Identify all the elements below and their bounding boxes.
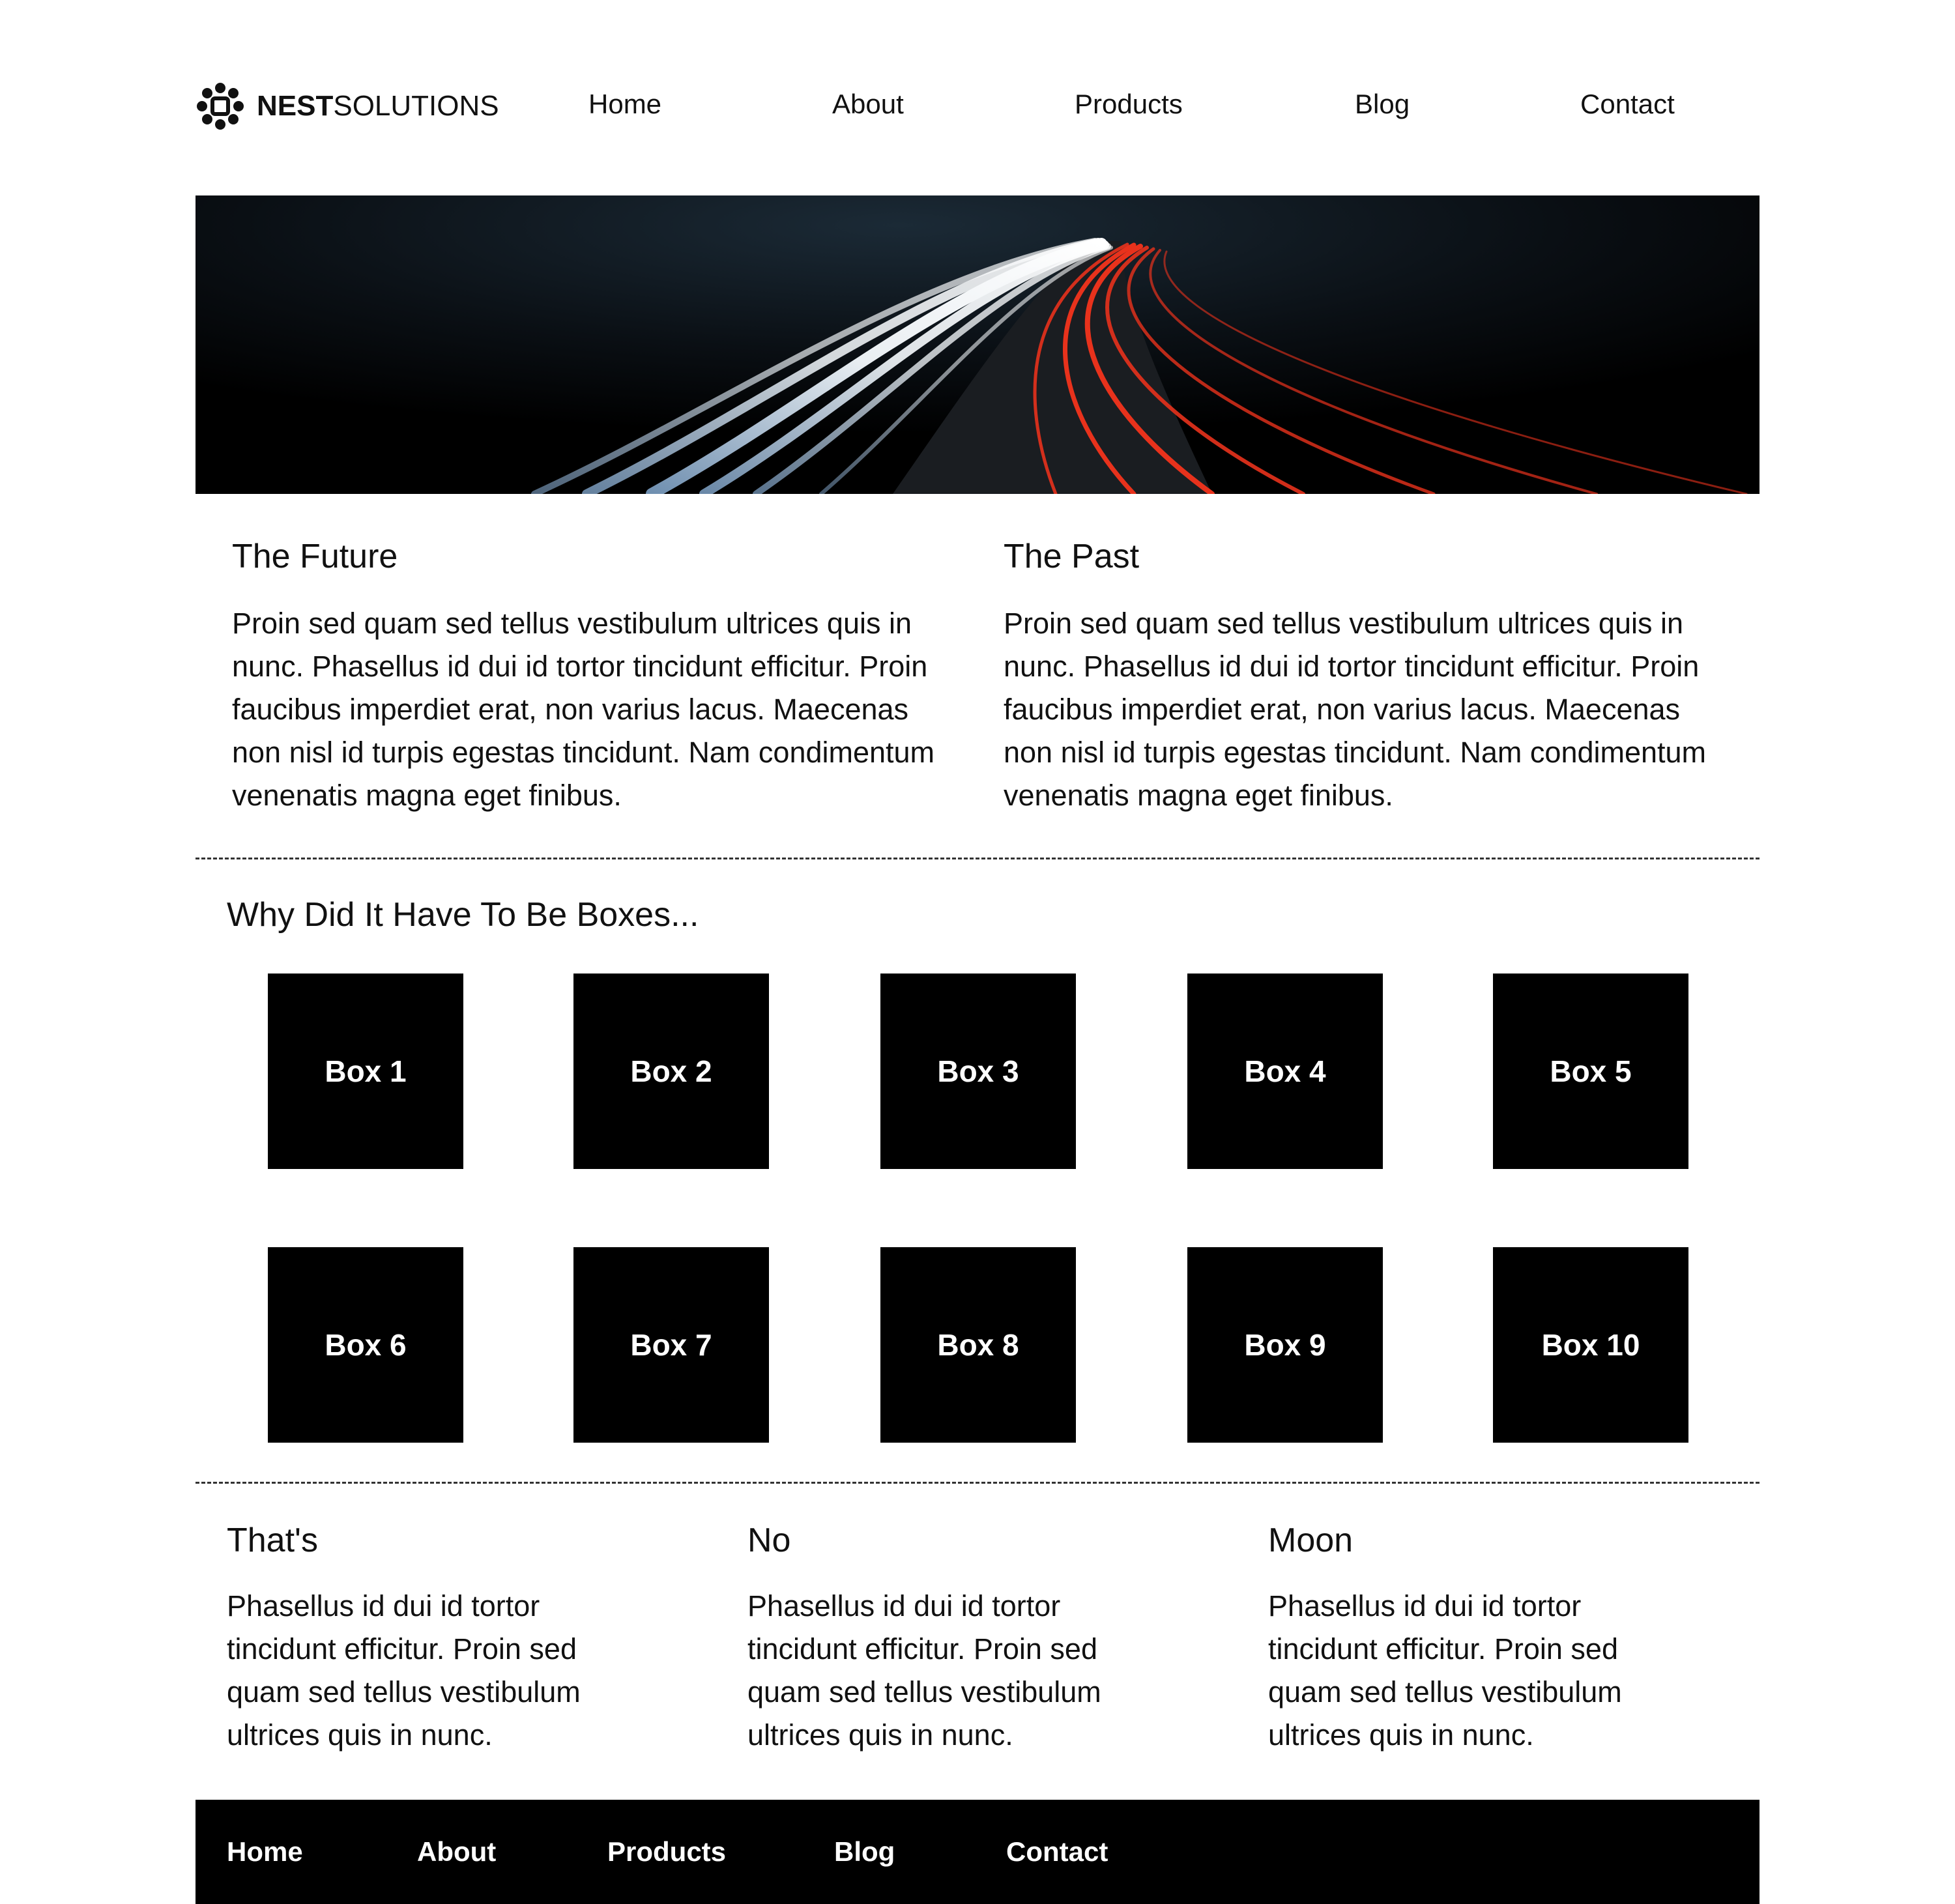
nav-home[interactable]: Home [588,85,661,124]
box-item: Box 5 [1493,974,1688,1169]
footer-nav-about[interactable]: About [417,1834,496,1870]
nav-blog[interactable]: Blog [1355,85,1410,124]
hero-image [195,195,1759,494]
feature-title: That's [227,1522,318,1559]
box-item: Box 6 [268,1247,463,1443]
footer-nav-home[interactable]: Home [227,1834,303,1870]
page: NESTSOLUTIONS Home About Products Blog C… [0,0,1955,1904]
footer: Home About Products Blog Contact [195,1800,1759,1904]
footer-nav-products[interactable]: Products [607,1834,726,1870]
box-item: Box 7 [573,1247,769,1443]
intro-past-text: Proin sed quam sed tellus vestibulum ult… [1004,607,1707,812]
feature-title: No [747,1522,791,1559]
nav-contact[interactable]: Contact [1580,85,1675,124]
feature-text: Phasellus id dui id tortor tincidunt eff… [747,1589,1101,1752]
feature-text: Phasellus id dui id tortor tincidunt eff… [1268,1589,1622,1752]
intro-future-text: Proin sed quam sed tellus vestibulum ult… [232,607,935,812]
section-divider [195,858,1759,859]
feature-text: Phasellus id dui id tortor tincidunt eff… [227,1589,581,1752]
box-item: Box 2 [573,974,769,1169]
intro-past-title: The Past [1004,538,1140,575]
box-item: Box 10 [1493,1247,1688,1443]
box-item: Box 3 [880,974,1076,1169]
box-item: Box 8 [880,1247,1076,1443]
box-item: Box 4 [1187,974,1383,1169]
box-item: Box 9 [1187,1247,1383,1443]
section-divider [195,1482,1759,1484]
brand-name-bold: NEST [257,90,334,122]
nest-logo-icon [197,83,244,130]
nav-about[interactable]: About [832,85,904,124]
nav-products[interactable]: Products [1075,85,1183,124]
brand-logo[interactable]: NESTSOLUTIONS [195,81,499,131]
box-item: Box 1 [268,974,463,1169]
intro-future-title: The Future [232,538,398,575]
footer-nav-blog[interactable]: Blog [834,1834,895,1870]
feature-title: Moon [1268,1522,1354,1559]
brand-name-regular: SOLUTIONS [333,90,499,122]
footer-nav-contact[interactable]: Contact [1006,1834,1108,1870]
boxes-section-title: Why Did It Have To Be Boxes... [227,896,699,934]
